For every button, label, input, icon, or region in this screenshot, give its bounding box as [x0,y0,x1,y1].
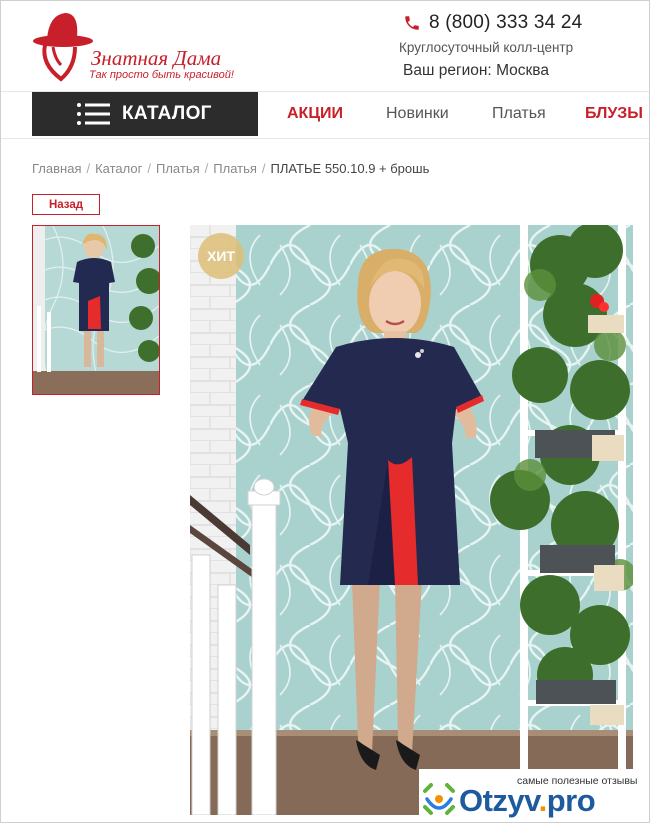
breadcrumb-current: ПЛАТЬЕ 550.10.9 + брошь [270,161,430,176]
callcenter-label: Круглосуточный колл-центр [399,40,574,55]
breadcrumb-catalog[interactable]: Каталог [95,161,142,176]
breadcrumb: Главная / Каталог / Платья / Платья / ПЛАТЬЕ 550… [32,161,430,176]
product-main-photo[interactable]: ХИТ [190,225,633,815]
site-logo[interactable]: Знатная Дама Так просто быть красивой! [31,9,241,84]
product-thumbnail[interactable] [32,225,160,395]
catalog-button[interactable]: КАТАЛОГ [32,92,258,136]
brand-name: Знатная Дама [91,46,222,70]
nav-item-sales[interactable]: АКЦИИ [287,105,343,123]
catalog-label: КАТАЛОГ [122,103,212,124]
brand-slogan: Так просто быть красивой! [89,69,234,81]
breadcrumb-dresses[interactable]: Платья [156,161,200,176]
nav-item-dresses[interactable]: Платья [492,105,546,123]
menu-icon [77,103,110,125]
nav-item-new[interactable]: Новинки [386,105,449,123]
phone-icon [405,16,419,30]
nav-item-blouses[interactable]: БЛУЗЫ [585,105,643,123]
page-frame: Знатная Дама Так просто быть красивой! 8… [0,0,650,823]
back-button[interactable]: Назад [32,194,100,215]
breadcrumb-dresses-sub[interactable]: Платья [213,161,257,176]
region-value[interactable]: Москва [496,62,549,79]
otzyv-logo-icon [423,783,455,815]
main-nav: КАТАЛОГ АКЦИИ Новинки Платья БЛУЗЫ [1,91,649,139]
phone-number[interactable]: 8 (800) 333 34 24 [429,12,582,34]
watermark-brand: Otzyv.pro [459,783,596,818]
breadcrumb-home[interactable]: Главная [32,161,81,176]
phone-row[interactable]: 8 (800) 333 34 24 [403,11,582,35]
product-photo-image [190,225,633,815]
hit-badge: ХИТ [198,233,244,279]
region-label: Ваш регион: [403,62,492,79]
otzyv-watermark: самые полезные отзывы Otzyv.pro [419,769,649,821]
lady-hat-logo-icon [33,13,93,82]
region-selector[interactable]: Ваш регион: Москва [403,62,549,80]
thumbnail-image [33,226,159,394]
